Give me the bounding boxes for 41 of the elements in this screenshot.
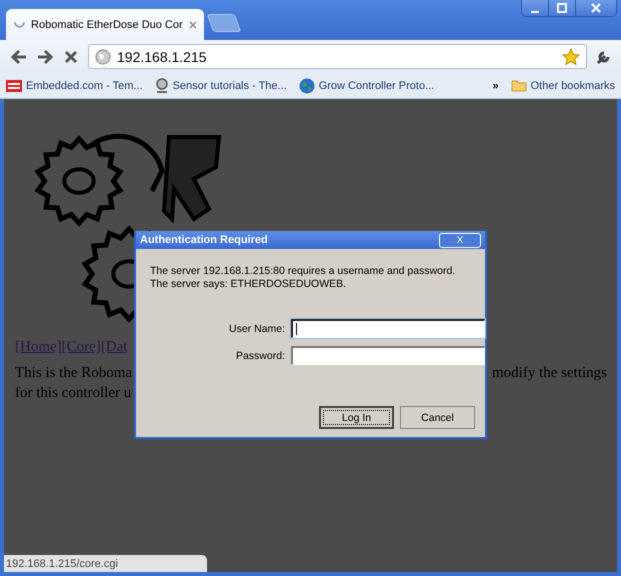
- address-bar[interactable]: 192.168.1.215: [88, 44, 587, 69]
- close-button[interactable]: X: [439, 232, 481, 248]
- close-button[interactable]: [575, 0, 616, 16]
- intro-text: modify the settings: [492, 364, 607, 383]
- maximize-icon: [557, 3, 567, 13]
- minimize-button[interactable]: [522, 0, 548, 16]
- intro-text: for this controller u: [15, 384, 132, 403]
- browser-tab[interactable]: Robomatic EtherDose Duo Cor: [6, 9, 204, 40]
- star-icon[interactable]: [562, 48, 580, 66]
- status-bubble: 192.168.1.215/core.cgi: [4, 555, 207, 572]
- bookmark-item[interactable]: Sensor tutorials - The...: [154, 78, 287, 94]
- input-field[interactable]: [291, 319, 485, 338]
- dialog-message: The server 192.168.1.215:80 requires a username and password.: [150, 265, 456, 278]
- new-tab-button[interactable]: [206, 14, 242, 32]
- globe-icon: [298, 78, 315, 94]
- address-text: 192.168.1.215: [117, 48, 208, 64]
- forward-icon[interactable]: [36, 48, 54, 66]
- dialog-button[interactable]: Log In: [319, 406, 394, 429]
- ring-icon: [154, 78, 169, 94]
- back-icon[interactable]: [10, 48, 28, 66]
- globe-icon: [95, 48, 111, 64]
- close-icon[interactable]: [188, 20, 196, 28]
- bookmark-label: Grow Controller Proto...: [318, 80, 434, 92]
- bookmark-favicon-icon: [6, 80, 22, 92]
- bookmark-item[interactable]: Grow Controller Proto...: [298, 78, 434, 94]
- field-label: User Name:: [228, 322, 285, 334]
- bookmark-label: Other bookmarks: [530, 80, 615, 92]
- input-field[interactable]: [291, 346, 485, 365]
- bookmark-label: Sensor tutorials - The...: [172, 80, 287, 92]
- dialog-message: The server says: ETHERDOSEDUOWEB.: [150, 278, 348, 291]
- folder-icon: [510, 79, 527, 92]
- more-bookmarks-chevron[interactable]: »: [492, 80, 499, 92]
- other-bookmarks-item[interactable]: Other bookmarks: [510, 79, 615, 92]
- dialog-button[interactable]: Cancel: [400, 406, 475, 429]
- tab-title: Robomatic EtherDose Duo Cor: [31, 18, 183, 30]
- dialog-title: Authentication Required: [140, 234, 268, 246]
- intro-text: This is the Roboma: [15, 364, 132, 383]
- minimize-icon: [531, 11, 539, 13]
- maximize-button[interactable]: [548, 0, 575, 16]
- close-icon: [591, 3, 601, 13]
- field-label: Password:: [234, 350, 285, 362]
